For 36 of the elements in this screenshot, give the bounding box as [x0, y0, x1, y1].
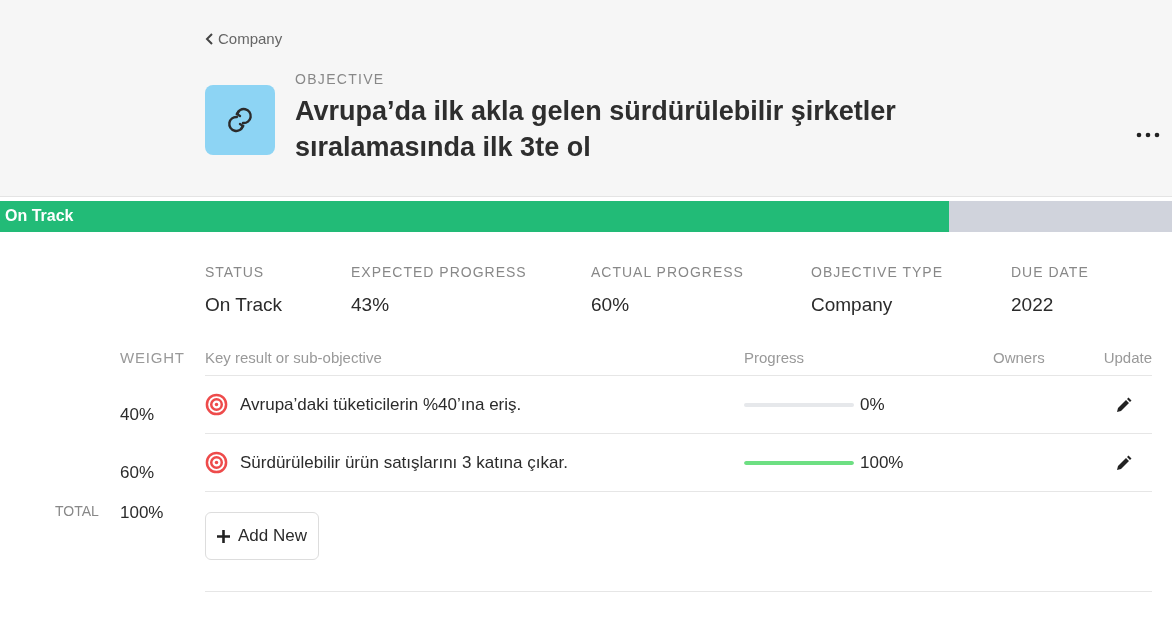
field-label: DUE DATE: [1011, 264, 1090, 280]
objective-title: Avrupa’da ilk akla gelen sürdürülebilir şirketler sıralamasında ilk 3te ol: [295, 94, 897, 164]
column-header: Key result or sub-objective: [205, 349, 382, 366]
chevron-left-icon: [205, 32, 214, 45]
field-label: EXPECTED PROGRESS: [351, 264, 528, 280]
add-new-button[interactable]: Add New: [205, 512, 319, 560]
column-header: Progress: [744, 349, 805, 366]
field-label: ACTUAL PROGRESS: [591, 264, 745, 280]
objective-label: OBJECTIVE: [295, 70, 386, 87]
target-icon: [205, 393, 228, 416]
key-result-title[interactable]: Avrupa’daki tüketicilerin %40’ına eriş.: [240, 394, 522, 415]
weight-value: 40%: [120, 405, 155, 425]
column-header: WEIGHT: [120, 349, 185, 366]
total-value: 100%: [120, 503, 164, 524]
progress-value: 100%: [860, 452, 904, 473]
key-result-title[interactable]: Sürdürülebilir ürün satışlarını 3 katına çıkar.: [240, 452, 568, 473]
field-value: 43%: [351, 294, 391, 316]
total-label: TOTAL: [55, 503, 100, 521]
status-label: On Track: [5, 207, 74, 225]
field-value: On Track: [205, 294, 284, 316]
progress-value: 0%: [860, 394, 885, 415]
field-label: OBJECTIVE TYPE: [811, 264, 944, 280]
target-icon: [205, 451, 228, 474]
column-header: Owners: [993, 349, 1045, 366]
field-value: 2022: [1011, 294, 1055, 316]
more-icon[interactable]: [1136, 132, 1160, 138]
field-value: Company: [811, 294, 894, 316]
back-link[interactable]: Company: [205, 30, 283, 47]
weight-value: 60%: [120, 463, 155, 483]
plus-icon: [217, 529, 230, 543]
pencil-icon[interactable]: [1116, 396, 1132, 413]
field-value: 60%: [591, 294, 631, 316]
pencil-icon[interactable]: [1116, 454, 1132, 471]
column-header: Update: [1103, 349, 1152, 366]
link-icon: [205, 84, 275, 155]
field-label: STATUS: [205, 264, 266, 280]
